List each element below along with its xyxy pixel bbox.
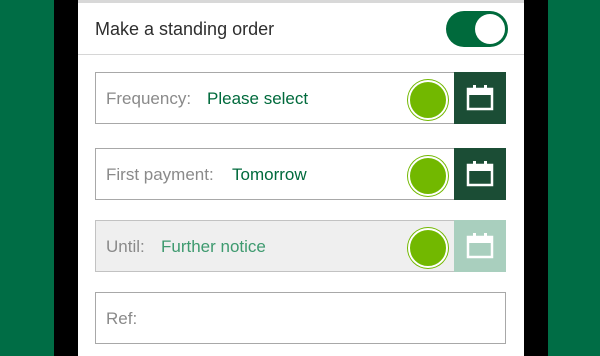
ref-label: Ref: <box>106 309 138 328</box>
until-label: Until: <box>106 237 145 256</box>
ref-field[interactable]: Ref: <box>95 292 506 344</box>
toggle-knob <box>475 14 505 44</box>
calendar-icon <box>466 85 494 111</box>
frequency-field[interactable]: Frequency: Please select <box>95 72 506 124</box>
standing-order-row: Make a standing order <box>78 3 524 55</box>
frequency-value[interactable]: Please select <box>207 89 308 109</box>
first-payment-value[interactable]: Tomorrow <box>232 165 307 185</box>
standing-order-form: Make a standing order Frequency: Please … <box>78 0 524 356</box>
calendar-icon <box>466 161 494 187</box>
until-field: Until: Further notice <box>95 220 506 272</box>
first-payment-label: First payment: <box>106 165 214 184</box>
touch-indicator-dot <box>408 156 448 196</box>
first-payment-calendar-button[interactable] <box>454 148 506 200</box>
touch-indicator-dot <box>408 228 448 268</box>
device-bezel-right <box>524 0 548 356</box>
calendar-icon <box>466 233 494 259</box>
standing-order-label: Make a standing order <box>95 19 275 39</box>
until-value: Further notice <box>161 237 266 256</box>
frequency-label: Frequency: <box>106 89 192 108</box>
frequency-calendar-button[interactable] <box>454 72 506 124</box>
standing-order-toggle[interactable] <box>446 11 508 47</box>
until-calendar-button <box>454 220 506 272</box>
touch-indicator-dot <box>408 80 448 120</box>
device-bezel-left <box>54 0 78 356</box>
first-payment-field[interactable]: First payment: Tomorrow <box>95 148 506 200</box>
